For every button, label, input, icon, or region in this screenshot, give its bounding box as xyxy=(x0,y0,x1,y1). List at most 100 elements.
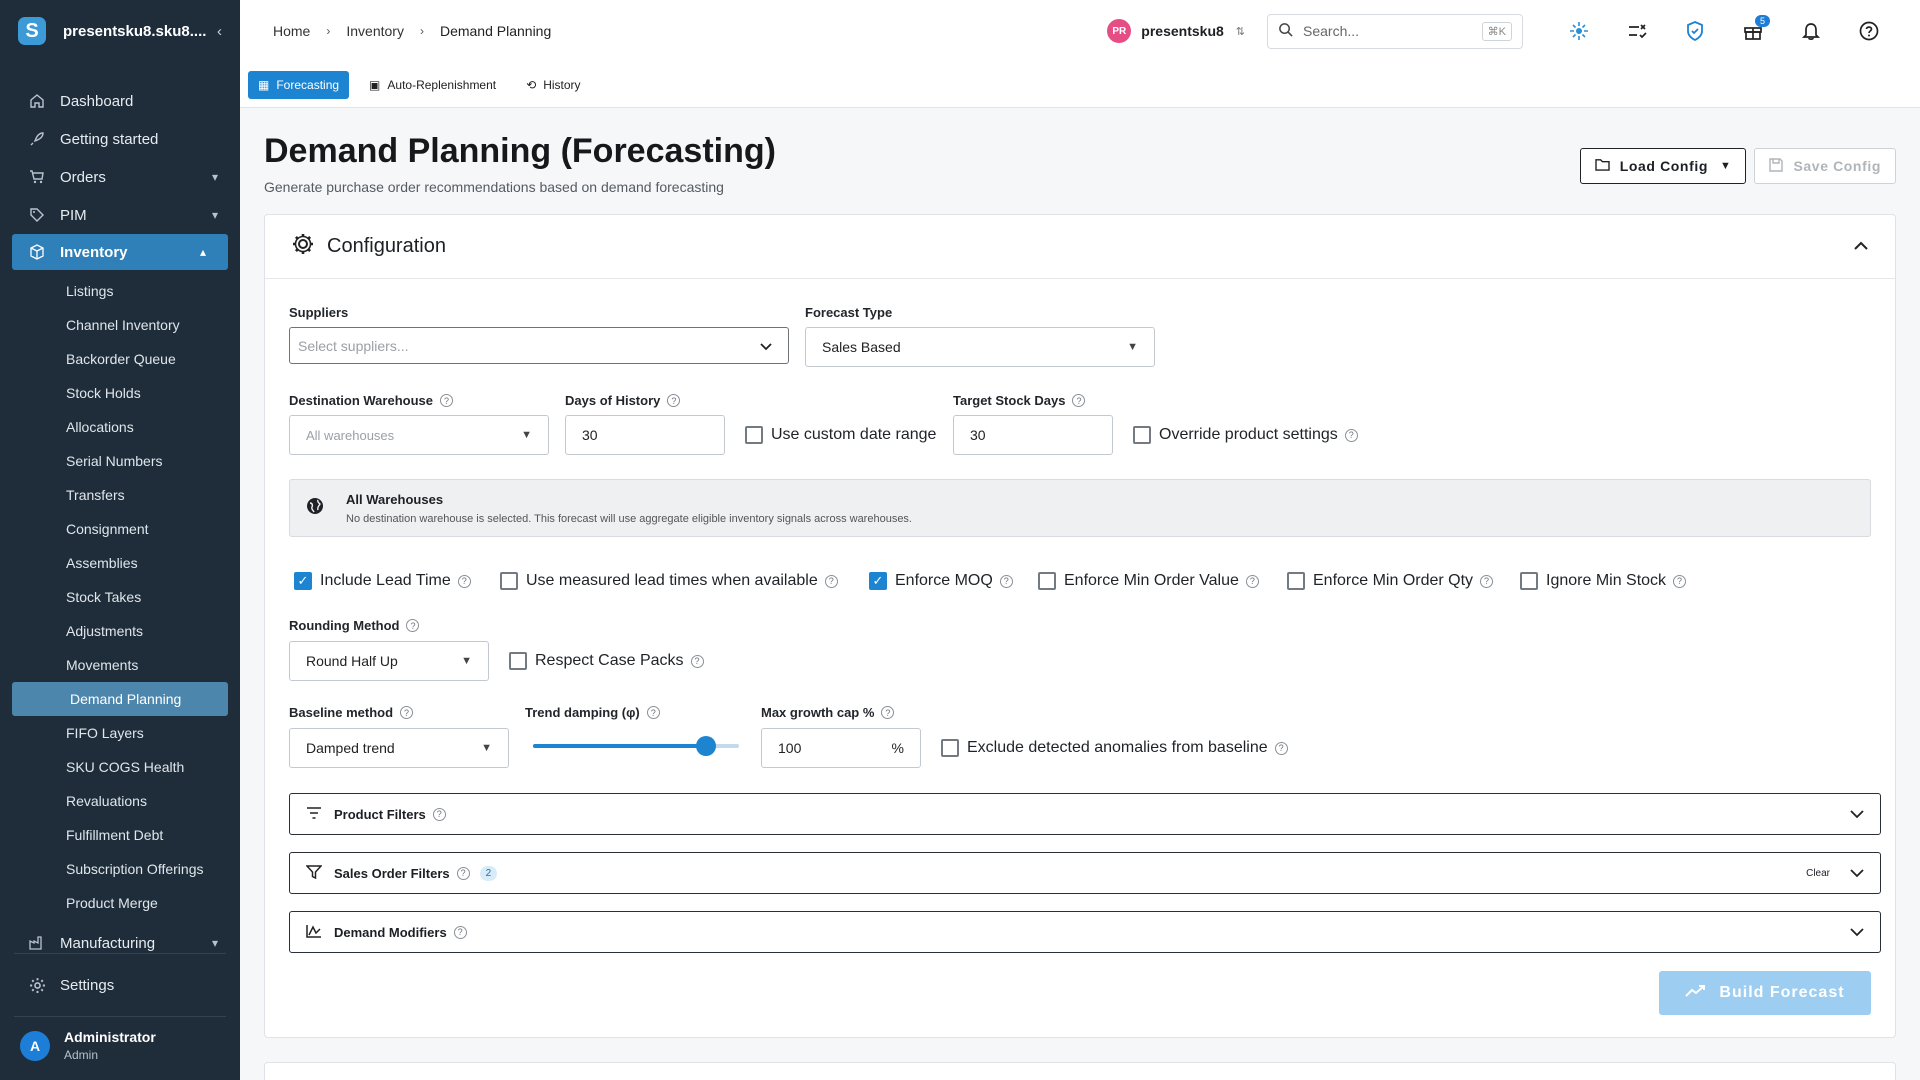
sidebar-subitem-serial-numbers[interactable]: Serial Numbers xyxy=(0,444,240,478)
suppliers-select[interactable]: Select suppliers... xyxy=(289,327,789,364)
help-icon[interactable]: ? xyxy=(400,706,414,719)
help-icon[interactable]: ? xyxy=(646,706,660,719)
checkbox[interactable] xyxy=(500,572,518,590)
help-icon[interactable] xyxy=(1851,13,1887,49)
help-icon[interactable]: ? xyxy=(824,574,838,588)
target-stock-days-input[interactable]: 30 xyxy=(953,415,1113,455)
configuration-header[interactable]: Configuration xyxy=(265,215,1895,279)
sidebar-subitem-product-merge[interactable]: Product Merge xyxy=(0,886,240,920)
sidebar-subitem-stock-holds[interactable]: Stock Holds xyxy=(0,376,240,410)
sidebar-subitem-fifo-layers[interactable]: FIFO Layers xyxy=(0,716,240,750)
tasks-icon[interactable] xyxy=(1619,13,1655,49)
breadcrumb-home[interactable]: Home xyxy=(273,23,310,39)
tab-history[interactable]: ⟲ History xyxy=(516,71,590,99)
demand-modifiers-accordion[interactable]: Demand Modifiers? xyxy=(289,911,1881,953)
help-icon[interactable]: ? xyxy=(1274,741,1288,755)
product-filters-accordion[interactable]: Product Filters? xyxy=(289,793,1881,835)
chevron-up-icon[interactable] xyxy=(1853,238,1869,256)
sidebar-subitem-channel-inventory[interactable]: Channel Inventory xyxy=(0,308,240,342)
sidebar-item-getting-started[interactable]: Getting started xyxy=(0,120,240,158)
clear-filters-button[interactable]: Clear xyxy=(1806,868,1830,879)
load-config-button[interactable]: Load Config ▼ xyxy=(1579,148,1747,184)
help-icon[interactable]: ? xyxy=(667,394,681,407)
respect-case-packs-checkbox[interactable]: Respect Case Packs? xyxy=(509,652,704,670)
days-history-input[interactable]: 30 xyxy=(565,415,725,455)
sidebar-item-inventory[interactable]: Inventory ▴ xyxy=(12,234,228,270)
account-switcher[interactable]: PR presentsku8 ⇅ xyxy=(1107,19,1245,43)
ignore-min-stock-checkbox[interactable]: Ignore Min Stock? xyxy=(1520,572,1687,590)
breadcrumb-inventory[interactable]: Inventory xyxy=(346,23,404,39)
rounding-method-select[interactable]: Round Half Up ▼ xyxy=(289,641,489,681)
sidebar-subitem-adjustments[interactable]: Adjustments xyxy=(0,614,240,648)
checkbox[interactable] xyxy=(509,652,527,670)
help-icon[interactable]: ? xyxy=(457,574,471,588)
baseline-method-select[interactable]: Damped trend ▼ xyxy=(289,728,509,768)
sidebar-subitem-assemblies[interactable]: Assemblies xyxy=(0,546,240,580)
sidebar-subitem-revaluations[interactable]: Revaluations xyxy=(0,784,240,818)
user-profile[interactable]: A Administrator Admin xyxy=(0,1017,240,1080)
exclude-anomalies-checkbox[interactable]: Exclude detected anomalies from baseline… xyxy=(941,739,1288,757)
sidebar-subitem-fulfillment-debt[interactable]: Fulfillment Debt xyxy=(0,818,240,852)
sidebar-subitem-consignment[interactable]: Consignment xyxy=(0,512,240,546)
help-icon[interactable]: ? xyxy=(690,654,704,668)
enforce-min-order-qty-checkbox[interactable]: Enforce Min Order Qty? xyxy=(1287,572,1494,590)
sidebar-subitem-allocations[interactable]: Allocations xyxy=(0,410,240,444)
checkbox-checked[interactable]: ✓ xyxy=(294,572,312,590)
checkbox-checked[interactable]: ✓ xyxy=(869,572,887,590)
sidebar-subitem-listings[interactable]: Listings xyxy=(0,274,240,308)
help-icon[interactable]: ? xyxy=(1673,574,1687,588)
gift-icon[interactable]: 5 xyxy=(1735,13,1771,49)
checkbox[interactable] xyxy=(941,739,959,757)
help-icon[interactable]: ? xyxy=(881,706,895,719)
sidebar-item-orders[interactable]: Orders ▾ xyxy=(0,158,240,196)
include-lead-time-checkbox[interactable]: ✓ Include Lead Time? xyxy=(294,572,471,590)
max-growth-cap-input[interactable]: 100 % xyxy=(761,728,921,768)
sidebar-item-pim[interactable]: PIM ▾ xyxy=(0,196,240,234)
sidebar-subitem-movements[interactable]: Movements xyxy=(0,648,240,682)
sidebar-item-dashboard[interactable]: Dashboard xyxy=(0,82,240,120)
trend-damping-slider[interactable] xyxy=(533,733,739,759)
custom-date-range-checkbox[interactable]: Use custom date range xyxy=(745,426,936,444)
sidebar-subitem-stock-takes[interactable]: Stock Takes xyxy=(0,580,240,614)
save-config-button[interactable]: Save Config xyxy=(1754,148,1896,184)
help-icon[interactable]: ? xyxy=(406,619,420,632)
help-icon[interactable]: ? xyxy=(1480,574,1494,588)
help-icon[interactable]: ? xyxy=(432,807,446,821)
org-name[interactable]: presentsku8.sku8.... xyxy=(63,23,217,40)
shield-icon[interactable] xyxy=(1677,13,1713,49)
enforce-moq-checkbox[interactable]: ✓ Enforce MOQ? xyxy=(869,572,1013,590)
override-product-settings-checkbox[interactable]: Override product settings? xyxy=(1133,426,1358,444)
measured-lead-times-checkbox[interactable]: Use measured lead times when available? xyxy=(500,572,838,590)
help-icon[interactable]: ? xyxy=(439,394,453,407)
chevron-down-icon xyxy=(1850,866,1864,881)
build-forecast-button[interactable]: Build Forecast xyxy=(1659,971,1871,1015)
help-icon[interactable]: ? xyxy=(1245,574,1259,588)
checkbox[interactable] xyxy=(1520,572,1538,590)
checkbox[interactable] xyxy=(1038,572,1056,590)
sidebar-subitem-backorder-queue[interactable]: Backorder Queue xyxy=(0,342,240,376)
bell-icon[interactable] xyxy=(1793,13,1829,49)
checkbox[interactable] xyxy=(745,426,763,444)
help-icon[interactable]: ? xyxy=(453,925,467,939)
checkbox[interactable] xyxy=(1133,426,1151,444)
ai-sparkle-icon[interactable] xyxy=(1561,13,1597,49)
sidebar-item-settings[interactable]: Settings xyxy=(0,966,240,1004)
tab-auto-replenishment[interactable]: ▣ Auto-Replenishment xyxy=(359,71,506,99)
slider-thumb[interactable] xyxy=(696,736,717,756)
help-icon[interactable]: ? xyxy=(999,574,1013,588)
sidebar-subitem-subscription-offerings[interactable]: Subscription Offerings xyxy=(0,852,240,886)
destination-warehouse-select[interactable]: All warehouses ▼ xyxy=(289,415,549,455)
forecast-type-select[interactable]: Sales Based ▼ xyxy=(805,327,1155,367)
sidebar-subitem-sku-cogs-health[interactable]: SKU COGS Health xyxy=(0,750,240,784)
tab-forecasting[interactable]: ▦ Forecasting xyxy=(248,70,350,99)
collapse-sidebar-icon[interactable]: ‹ xyxy=(217,23,222,40)
sales-order-filters-accordion[interactable]: Sales Order Filters? 2 Clear xyxy=(289,852,1881,894)
sidebar-subitem-transfers[interactable]: Transfers xyxy=(0,478,240,512)
sidebar-subitem-demand-planning[interactable]: Demand Planning xyxy=(12,682,228,716)
enforce-min-order-value-checkbox[interactable]: Enforce Min Order Value? xyxy=(1038,572,1259,590)
help-icon[interactable]: ? xyxy=(1072,394,1086,407)
checkbox[interactable] xyxy=(1287,572,1305,590)
help-icon[interactable]: ? xyxy=(1344,428,1358,442)
search-input[interactable]: Search... ⌘K xyxy=(1267,13,1523,49)
help-icon[interactable]: ? xyxy=(456,866,470,880)
